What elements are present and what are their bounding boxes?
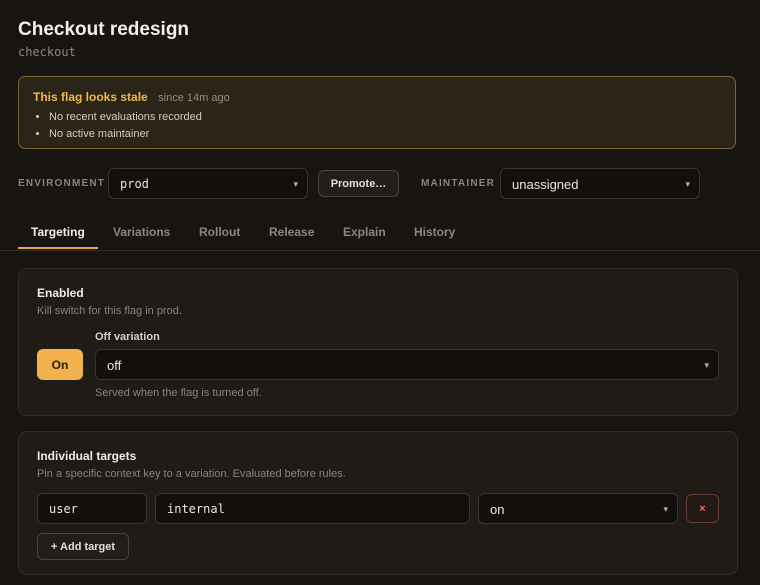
individual-targets-card: Individual targets Pin a specific contex… [18, 431, 738, 575]
flag-key: checkout [18, 45, 76, 59]
environment-value: prod [120, 177, 149, 191]
close-icon: × [699, 502, 706, 515]
chevron-down-icon: ▾ [293, 179, 298, 189]
stale-since: since 14m ago [158, 92, 230, 104]
context-kind-value: user [49, 502, 78, 516]
enabled-title: Enabled [37, 286, 84, 300]
tab-history[interactable]: History [414, 225, 455, 239]
targets-subtitle: Pin a specific context key to a variatio… [37, 468, 346, 480]
page-title: Checkout redesign [18, 19, 190, 40]
off-variation-select[interactable]: off ▾ [95, 349, 719, 380]
off-variation-hint: Served when the flag is turned off. [95, 387, 262, 399]
target-variation-value: on [490, 502, 505, 517]
flag-detail-page: Checkout redesign checkout This flag loo… [0, 0, 760, 585]
chevron-down-icon: ▾ [685, 179, 690, 189]
tab-bar: Targeting Variations Rollout Release Exp… [0, 216, 760, 251]
stale-warning-banner: This flag looks stale since 14m ago No r… [18, 76, 736, 149]
stale-reasons: No recent evaluations recorded No active… [33, 109, 202, 143]
maintainer-value: unassigned [512, 177, 579, 192]
off-variation-value: off [107, 358, 122, 373]
tab-release[interactable]: Release [269, 225, 314, 239]
tab-rollout[interactable]: Rollout [199, 225, 240, 239]
kill-switch-toggle[interactable]: On [37, 349, 83, 380]
enabled-subtitle: Kill switch for this flag in prod. [37, 305, 182, 317]
remove-target-button[interactable]: × [686, 494, 719, 523]
environment-label: ENVIRONMENT [18, 178, 106, 189]
stale-reason: No recent evaluations recorded [49, 109, 202, 126]
maintainer-label: MAINTAINER [421, 178, 496, 189]
tab-explain[interactable]: Explain [343, 225, 386, 239]
tab-variations[interactable]: Variations [113, 225, 170, 239]
stale-title: This flag looks stale [33, 90, 148, 104]
chevron-down-icon: ▾ [663, 504, 668, 514]
targets-title: Individual targets [37, 449, 137, 463]
context-key-input[interactable]: internal [155, 493, 470, 524]
chevron-down-icon: ▾ [704, 360, 709, 370]
maintainer-select[interactable]: unassigned ▾ [500, 168, 700, 199]
stale-reason: No active maintainer [49, 126, 202, 143]
active-tab-indicator [18, 247, 98, 249]
promote-button[interactable]: Promote… [318, 170, 399, 197]
environment-select[interactable]: prod ▾ [108, 168, 308, 199]
context-kind-input[interactable]: user [37, 493, 147, 524]
tab-targeting[interactable]: Targeting [31, 225, 85, 239]
enabled-card: Enabled Kill switch for this flag in pro… [18, 268, 738, 416]
add-target-button[interactable]: + Add target [37, 533, 129, 560]
off-variation-label: Off variation [95, 331, 160, 343]
stale-header: This flag looks stale since 14m ago [33, 88, 230, 106]
target-variation-select[interactable]: on ▾ [478, 493, 678, 524]
context-key-value: internal [167, 502, 225, 516]
